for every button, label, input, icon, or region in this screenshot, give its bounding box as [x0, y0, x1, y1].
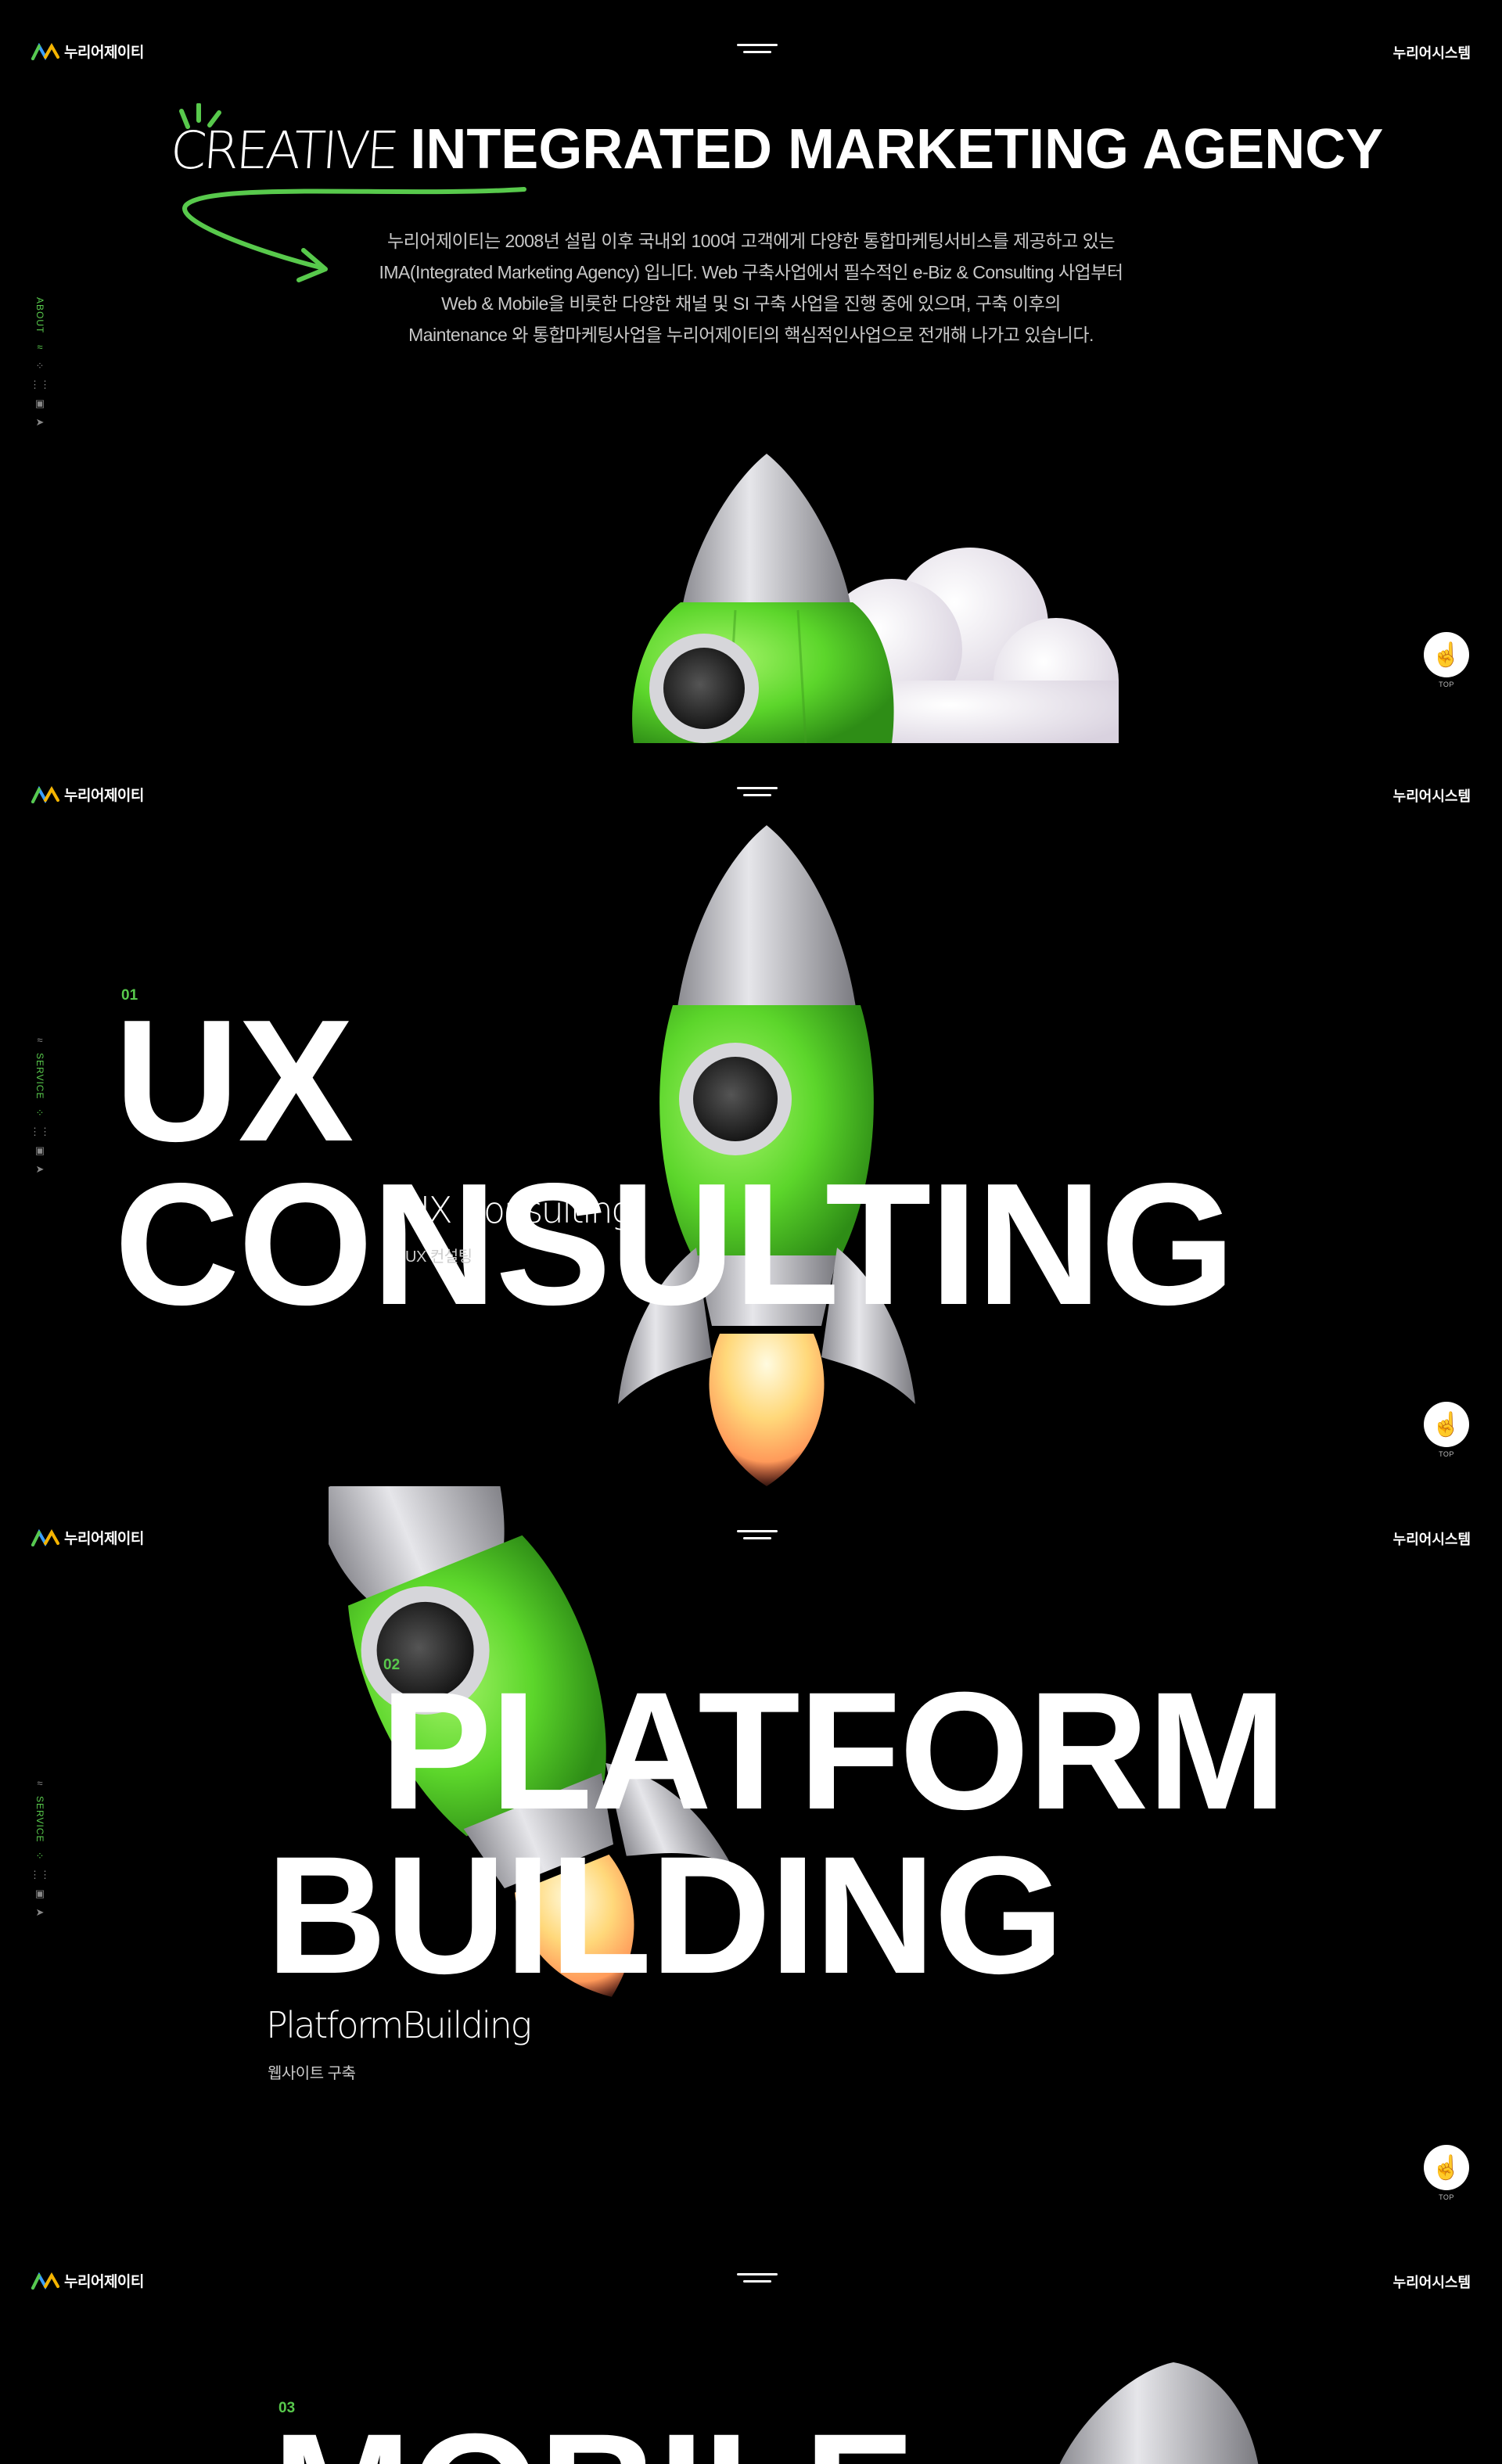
site-logo[interactable]: 누리어제이티 [31, 2270, 144, 2291]
intro-description: 누리어제이티는 2008년 설립 이후 국내외 100여 고객에게 다양한 통합… [297, 225, 1205, 350]
intro-desc-line: IMA(Integrated Marketing Agency) 입니다. We… [379, 262, 1123, 282]
grid-dots-icon[interactable]: ⁘ [34, 1850, 45, 1861]
pointing-hand-icon: ☝ [1424, 2145, 1469, 2190]
apps-grid-icon[interactable]: ⋮⋮ [30, 1126, 50, 1137]
rocket-illustration [1059, 2362, 1259, 2464]
hamburger-menu-icon[interactable] [737, 785, 778, 799]
send-icon[interactable]: ➤ [34, 1906, 45, 1917]
briefcase-icon[interactable]: ▣ [34, 1888, 45, 1898]
send-icon[interactable]: ➤ [34, 1163, 45, 1174]
briefcase-icon[interactable]: ▣ [34, 1144, 45, 1155]
rocket-illustration [632, 454, 1119, 743]
intro-desc-line: 누리어제이티는 2008년 설립 이후 국내외 100여 고객에게 다양한 통합… [386, 231, 1116, 251]
briefcase-icon[interactable]: ▣ [34, 397, 45, 408]
logo-mark-icon[interactable]: ≈ [34, 341, 45, 352]
side-nav: ≈ SERVICE ⁘ ⋮⋮ ▣ ➤ [30, 1777, 50, 1917]
service-script-title: PlatformBuilding [266, 2004, 532, 2046]
service-korean-label: UX 컨설팅 [405, 1248, 473, 1266]
intro-desc-line: Maintenance 와 통합마케팅사업을 누리어제이티의 핵심적인사업으로 … [408, 325, 1094, 345]
logo-mark-icon [31, 42, 59, 60]
logo-mark-icon[interactable]: ≈ [34, 1034, 45, 1045]
system-link[interactable]: 누리어시스템 [1393, 785, 1471, 806]
apps-grid-icon[interactable]: ⋮⋮ [30, 1869, 50, 1880]
service-platform-building-section: 누리어제이티 누리어시스템 ≈ SERVICE ⁘ ⋮⋮ ▣ ➤ 02 PLAT… [0, 1486, 1502, 2229]
logo-mark-icon [31, 2272, 59, 2290]
top-button-label: TOP [1439, 1450, 1454, 1458]
apps-grid-icon[interactable]: ⋮⋮ [30, 379, 50, 390]
hamburger-menu-icon[interactable] [737, 42, 778, 56]
system-link[interactable]: 누리어시스템 [1393, 42, 1471, 63]
grid-dots-icon[interactable]: ⁘ [34, 360, 45, 371]
hero-title-script: CREATIVE [168, 120, 399, 181]
service-script-title: UX Consulting [404, 1189, 633, 1231]
logo-text: 누리어제이티 [64, 2274, 144, 2290]
logo-text: 누리어제이티 [64, 45, 144, 61]
send-icon[interactable]: ➤ [34, 416, 45, 427]
side-nav: ≈ SERVICE ⁘ ⋮⋮ ▣ ➤ [30, 1034, 50, 1174]
grid-dots-icon[interactable]: ⁘ [34, 1107, 45, 1118]
logo-mark-icon [31, 1528, 59, 1546]
hamburger-menu-icon[interactable] [737, 2272, 778, 2286]
service-title: MOBILE [272, 2408, 915, 2464]
system-link[interactable]: 누리어시스템 [1393, 1528, 1471, 1549]
logo-mark-icon[interactable]: ≈ [34, 1777, 45, 1788]
logo-text: 누리어제이티 [64, 1531, 144, 1547]
pointing-hand-icon: ☝ [1424, 632, 1469, 677]
top-button[interactable]: ☝ TOP [1422, 632, 1471, 688]
system-link[interactable]: 누리어시스템 [1393, 2272, 1471, 2292]
logo-text: 누리어제이티 [64, 788, 144, 804]
top-button[interactable]: ☝ TOP [1422, 1402, 1471, 1458]
service-korean-label: 웹사이트 구축 [268, 2065, 356, 2082]
service-title-line2: BUILDING [266, 1822, 1064, 2009]
site-logo[interactable]: 누리어제이티 [31, 784, 144, 805]
logo-mark-icon [31, 785, 59, 803]
service-title: UX CONSULTING [114, 984, 1235, 1342]
side-nav-label: SERVICE [34, 1796, 45, 1843]
hero-title: CREATIVE INTEGRATED MARKETING AGENCY [168, 117, 1384, 181]
service-title-line1: PLATFORM [380, 1658, 1287, 1844]
site-logo[interactable]: 누리어제이티 [31, 1527, 144, 1548]
intro-section: 누리어제이티 누리어시스템 ABOUT ≈ ⁘ ⋮⋮ ▣ ➤ CREATIVE … [0, 0, 1502, 743]
side-nav-label: SERVICE [34, 1053, 45, 1100]
service-ux-consulting-section: 누리어제이티 누리어시스템 ≈ SERVICE ⁘ ⋮⋮ ▣ ➤ 01 UX C… [0, 743, 1502, 1486]
hamburger-menu-icon[interactable] [737, 1528, 778, 1543]
side-nav: ABOUT ≈ ⁘ ⋮⋮ ▣ ➤ [30, 297, 50, 427]
hero-title-main: INTEGRATED MARKETING AGENCY [410, 118, 1384, 181]
side-nav-label: ABOUT [34, 297, 45, 334]
service-mobile-section: 누리어제이티 누리어시스템 03 MOBILE [0, 2229, 1502, 2464]
pointing-hand-icon: ☝ [1424, 1402, 1469, 1447]
intro-desc-line: Web & Mobile을 비롯한 다양한 채널 및 SI 구축 사업을 진행 … [441, 293, 1061, 314]
top-button-label: TOP [1439, 681, 1454, 688]
top-button[interactable]: ☝ TOP [1422, 2145, 1471, 2201]
site-logo[interactable]: 누리어제이티 [31, 41, 144, 62]
top-button-label: TOP [1439, 2193, 1454, 2201]
